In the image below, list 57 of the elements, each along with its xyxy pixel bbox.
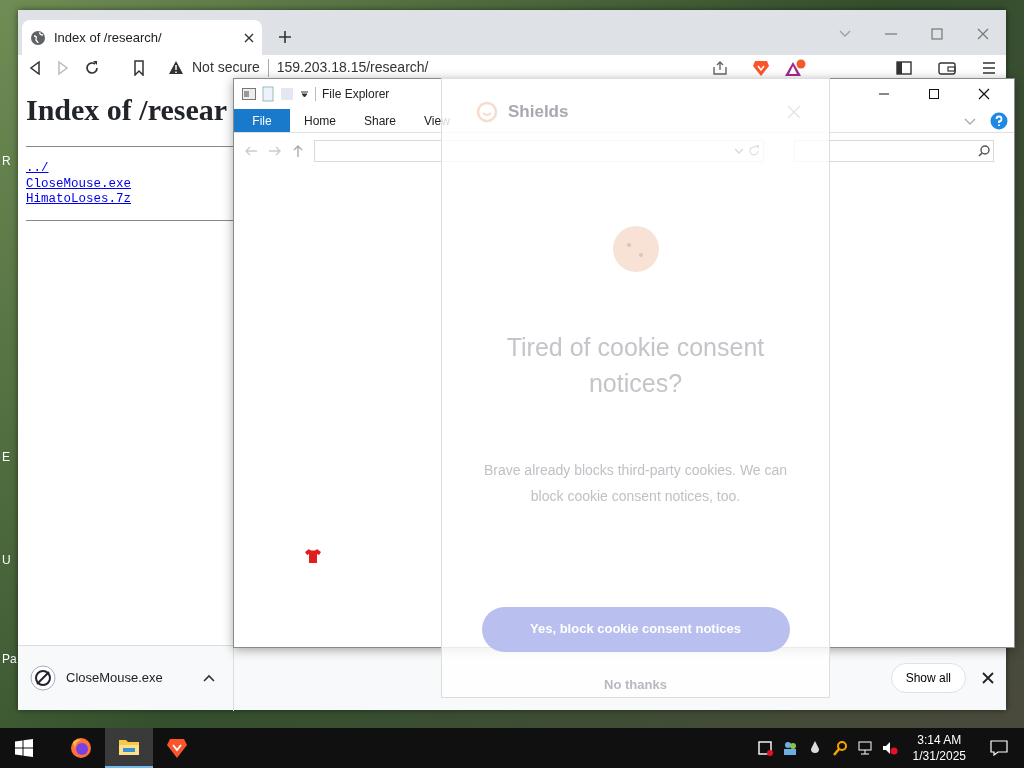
desktop-icon-label[interactable]: Pa [2,652,17,666]
browser-tab[interactable]: Index of /research/ [22,20,262,55]
desktop-icon-label[interactable]: R [2,154,11,168]
file-link[interactable]: CloseMouse.exe [26,176,132,192]
close-icon[interactable] [978,88,990,100]
notification-icon[interactable] [990,740,1008,756]
maximize-icon[interactable] [928,88,940,100]
tab-title: Index of /research/ [54,28,163,47]
share-icon[interactable] [712,59,728,76]
globe-icon [30,29,46,46]
clock-date: 1/31/2025 [912,748,966,764]
wallet-icon[interactable] [938,59,956,76]
speaker-muted-icon[interactable] [881,740,898,756]
file-link[interactable]: HimatoLoses.7z [26,192,132,208]
menu-icon[interactable] [982,60,996,75]
page-heading: Index of /resear [26,92,228,128]
download-filename[interactable]: CloseMouse.exe [66,668,163,688]
warning-icon [168,60,184,75]
close-icon[interactable] [982,672,994,684]
windows-icon[interactable] [15,739,33,757]
show-all-button[interactable]: Show all [890,663,966,693]
window-icon [242,88,256,100]
panel-description: Brave already blocks third-party cookies. We can block cookie consent notices, too. [482,460,789,506]
sidebar-icon[interactable] [896,59,912,76]
blocked-file-icon [30,665,56,691]
bookmark-icon[interactable] [132,59,146,76]
clock-time: 3:14 AM [916,732,963,748]
desktop-icon-label[interactable]: U [2,553,11,567]
ribbon-tab[interactable]: File [234,109,290,132]
ribbon-tab[interactable]: Share [350,109,411,132]
ribbon-tab[interactable]: Home [290,109,350,132]
shirt-icon[interactable] [304,548,322,564]
security-label[interactable]: Not secure [192,57,260,78]
people-icon[interactable] [781,740,798,756]
url-text[interactable]: 159.203.18.15/research/ [276,57,704,78]
cookie-icon [611,224,660,273]
search-icon [978,145,990,157]
network-icon[interactable] [856,740,873,756]
file-link[interactable]: ../ [26,161,49,177]
magnifier-icon[interactable] [831,740,848,756]
caret-up-icon[interactable] [202,674,215,682]
taskbar-clock[interactable]: 3:14 AM 1/31/2025 [912,732,966,764]
firefox-icon [69,736,93,760]
plus-icon[interactable] [278,30,292,44]
shield-alert-icon[interactable] [756,740,773,756]
back-icon[interactable] [28,60,42,75]
window-title: File Explorer [322,86,390,103]
desktop-icon-label[interactable]: E [2,450,10,464]
help-icon[interactable] [990,112,1008,130]
triangle-badge-icon[interactable] [784,58,806,77]
smiley-icon [476,100,498,123]
caret-down-icon[interactable] [300,90,309,98]
panel-heading: Tired of cookie consent notices? [505,331,766,399]
close-icon[interactable] [244,32,254,43]
taskbar-app[interactable] [105,728,153,768]
panel-title: Shields [508,101,569,123]
reload-icon[interactable] [84,59,100,76]
